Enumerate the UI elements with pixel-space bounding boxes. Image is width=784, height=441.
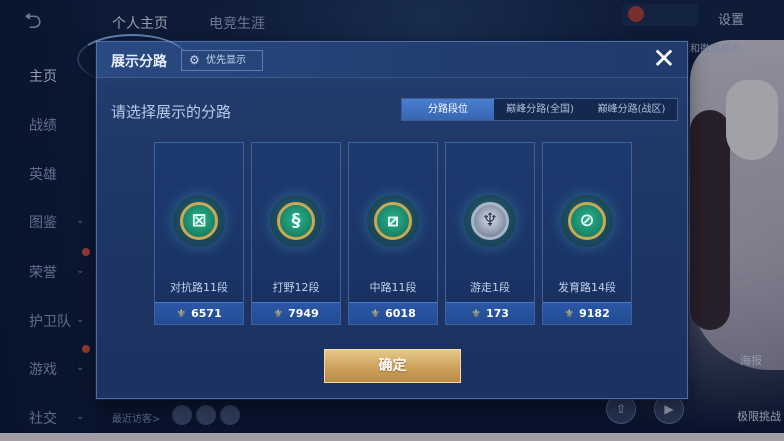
lane-card[interactable]: ⧄ 中路11段 ⚜ 6018: [348, 142, 438, 325]
medal-icon: ⚜: [564, 307, 575, 320]
display-lane-dialog: 展示分路 ⚙ 优先显示 ✕ 请选择展示的分路 分路段位 巅峰分路(全国) 巅峰分…: [77, 34, 688, 399]
lane-score: 7949: [288, 307, 319, 320]
lane-card[interactable]: § 打野12段 ⚜ 7949: [251, 142, 341, 325]
dialog-title: 展示分路: [111, 54, 167, 70]
tab-lane-rank[interactable]: 分路段位: [402, 99, 494, 120]
lane-card[interactable]: ⊘ 发育路14段 ⚜ 9182: [542, 142, 632, 325]
lane-score: 9182: [579, 307, 610, 320]
lane-rank-label: 发育路14段: [558, 281, 616, 294]
medal-icon: ⚜: [176, 307, 187, 320]
lane-card[interactable]: ♆ 游走1段 ⚜ 173: [445, 142, 535, 325]
emblem-glyph: ♆: [481, 210, 499, 231]
lane-score-bar: ⚜ 6018: [349, 302, 437, 324]
medal-icon: ⚜: [273, 307, 284, 320]
lane-score: 173: [485, 307, 509, 320]
lane-tabs: 分路段位 巅峰分路(全国) 巅峰分路(战区): [401, 98, 678, 121]
lane-score-bar: ⚜ 6571: [155, 302, 243, 324]
lane-score-bar: ⚜ 7949: [252, 302, 340, 324]
lane-rank-label: 打野12段: [272, 281, 320, 294]
tab-peak-national[interactable]: 巅峰分路(全国): [494, 99, 586, 120]
jungle-emblem-icon: §: [270, 195, 322, 247]
close-icon[interactable]: ✕: [649, 44, 679, 74]
lane-card[interactable]: ⊠ 对抗路11段 ⚜ 6571: [154, 142, 244, 325]
lane-rank-label: 中路11段: [369, 281, 417, 294]
gear-icon: ⚙: [189, 53, 200, 67]
lane-rank-label: 游走1段: [470, 281, 510, 294]
medal-icon: ⚜: [370, 307, 381, 320]
roam-emblem-icon: ♆: [464, 195, 516, 247]
priority-display-button[interactable]: ⚙ 优先显示: [181, 50, 263, 71]
medal-icon: ⚜: [471, 307, 481, 320]
confirm-button[interactable]: 确定: [324, 349, 461, 383]
lane-score-bar: ⚜ 173: [446, 302, 534, 324]
lane-rank-label: 对抗路11段: [170, 281, 228, 294]
emblem-glyph: ⊘: [579, 210, 595, 231]
emblem-glyph: §: [291, 210, 301, 231]
lane-score-bar: ⚜ 9182: [543, 302, 631, 324]
mid-lane-emblem-icon: ⧄: [367, 195, 419, 247]
emblem-glyph: ⧄: [387, 210, 399, 231]
tab-peak-region[interactable]: 巅峰分路(战区): [586, 99, 677, 120]
emblem-glyph: ⊠: [191, 210, 207, 231]
lane-score: 6018: [385, 307, 416, 320]
lane-score: 6571: [191, 307, 222, 320]
clash-lane-emblem-icon: ⊠: [173, 195, 225, 247]
farm-lane-emblem-icon: ⊘: [561, 195, 613, 247]
priority-display-label: 优先显示: [206, 55, 246, 66]
dialog-subtitle: 请选择展示的分路: [111, 103, 232, 121]
dialog-header: 展示分路 ⚙ 优先显示 ✕: [77, 34, 687, 84]
